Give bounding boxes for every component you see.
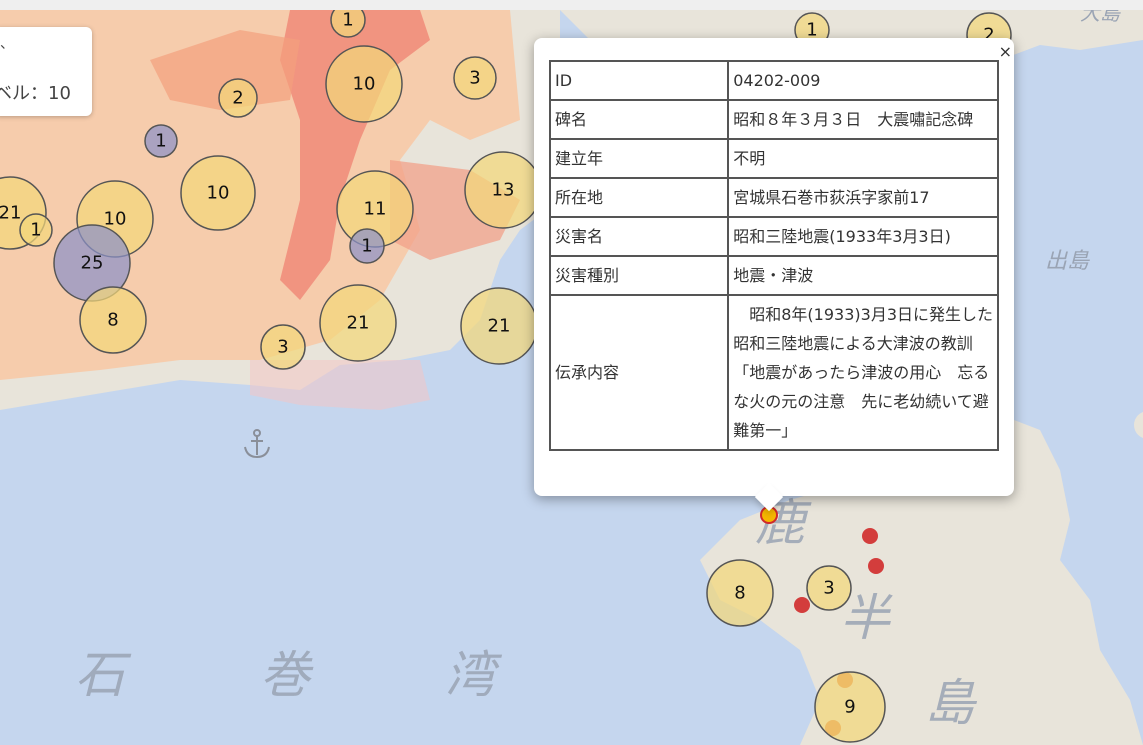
attribute-value: 地震・津波 bbox=[727, 255, 999, 296]
attribute-row: 災害名 昭和三陸地震(1933年3月3日) bbox=[548, 216, 999, 257]
map-label-bay-3: 湾 bbox=[445, 646, 503, 704]
zoom-level-text: ベル：10 bbox=[0, 83, 71, 104]
cluster-marker[interactable]: 8 bbox=[79, 286, 147, 354]
cluster-marker[interactable]: 2 bbox=[218, 78, 258, 118]
cluster-marker[interactable]: 3 bbox=[453, 56, 497, 100]
cluster-count: 8 bbox=[107, 310, 118, 331]
cluster-marker[interactable]: 3 bbox=[260, 324, 306, 370]
cluster-count: 2 bbox=[232, 88, 243, 109]
cluster-count: 3 bbox=[277, 337, 288, 358]
attribute-key: ID bbox=[548, 60, 730, 101]
cluster-count: 10 bbox=[104, 209, 127, 230]
cluster-marker[interactable]: 1 bbox=[19, 213, 53, 247]
cluster-count: 13 bbox=[492, 180, 515, 201]
close-icon[interactable]: × bbox=[999, 42, 1012, 61]
cluster-count: 11 bbox=[364, 199, 387, 220]
cluster-marker[interactable]: 1 bbox=[330, 10, 366, 38]
cluster-count: 3 bbox=[823, 578, 834, 599]
attribute-key: 災害名 bbox=[548, 216, 730, 257]
cluster-count: 21 bbox=[347, 313, 370, 334]
cluster-marker[interactable]: 10 bbox=[325, 45, 403, 123]
zoom-box-mark: 、 bbox=[0, 36, 14, 52]
cluster-marker[interactable]: 8 bbox=[706, 559, 774, 627]
cluster-count: 3 bbox=[469, 68, 480, 89]
attribute-row: 災害種別 地震・津波 bbox=[548, 255, 999, 296]
attribute-value: 昭和8年(1933)3月3日に発生した昭和三陸地震による大津波の教訓「地震があっ… bbox=[727, 294, 999, 451]
attribute-key: 建立年 bbox=[548, 138, 730, 179]
map-label-island: 出島 bbox=[1045, 249, 1090, 274]
attribute-row: 碑名 昭和８年３月３日 大震嘯記念碑 bbox=[548, 99, 999, 140]
top-bar bbox=[0, 0, 1143, 10]
attribute-row: 所在地 宮城県石巻市荻浜字家前17 bbox=[548, 177, 999, 218]
monument-marker[interactable] bbox=[862, 528, 878, 544]
attribute-value: 不明 bbox=[727, 138, 999, 179]
map-label-corner: 大島 bbox=[1080, 10, 1121, 25]
cluster-count: 10 bbox=[207, 183, 230, 204]
cluster-count: 25 bbox=[81, 253, 104, 274]
cluster-marker[interactable]: 1 bbox=[349, 228, 385, 264]
attribute-row: ID 04202-009 bbox=[548, 60, 999, 101]
attribute-key: 碑名 bbox=[548, 99, 730, 140]
attribute-table: ID 04202-009 碑名 昭和８年３月３日 大震嘯記念碑 建立年 不明 所在地 宮城県石… bbox=[548, 60, 999, 451]
cluster-count: 9 bbox=[844, 697, 855, 718]
cluster-marker[interactable]: 3 bbox=[806, 565, 852, 611]
attribute-value: 04202-009 bbox=[727, 60, 999, 101]
cluster-marker[interactable]: 13 bbox=[464, 151, 542, 229]
cluster-count: 10 bbox=[353, 74, 376, 95]
map-label-bay-2: 巻 bbox=[260, 646, 314, 704]
zoom-level-box: 、 ベル：10 bbox=[0, 27, 92, 116]
cluster-count: 21 bbox=[0, 203, 21, 224]
cluster-marker[interactable]: 21 bbox=[460, 287, 538, 365]
cluster-count: 8 bbox=[734, 583, 745, 604]
monument-marker[interactable] bbox=[794, 597, 810, 613]
attribute-row: 建立年 不明 bbox=[548, 138, 999, 179]
attribute-key: 災害種別 bbox=[548, 255, 730, 296]
attribute-value: 昭和８年３月３日 大震嘯記念碑 bbox=[727, 99, 999, 140]
cluster-marker[interactable]: 21 bbox=[319, 284, 397, 362]
cluster-marker[interactable]: 10 bbox=[180, 155, 256, 231]
monument-popup[interactable]: × ID 04202-009 碑名 昭和８年３月３日 大震嘯記念碑 建立年 不明 所在地 宮城… bbox=[534, 38, 1014, 512]
cluster-count: 1 bbox=[342, 10, 353, 31]
cluster-count: 1 bbox=[155, 131, 166, 152]
attribute-key: 伝承内容 bbox=[548, 294, 730, 451]
attribute-key: 所在地 bbox=[548, 177, 730, 218]
map-label-bay-1: 石 bbox=[75, 646, 132, 704]
monument-marker[interactable] bbox=[868, 558, 884, 574]
cluster-count: 1 bbox=[30, 220, 41, 241]
cluster-marker[interactable]: 1 bbox=[144, 124, 178, 158]
cluster-marker[interactable]: 9 bbox=[814, 671, 886, 743]
attribute-row: 伝承内容 昭和8年(1933)3月3日に発生した昭和三陸地震による大津波の教訓「… bbox=[548, 294, 999, 451]
attribute-value: 昭和三陸地震(1933年3月3日) bbox=[727, 216, 999, 257]
cluster-count: 21 bbox=[488, 316, 511, 337]
cluster-count: 1 bbox=[361, 236, 372, 257]
attribute-value: 宮城県石巻市荻浜字家前17 bbox=[727, 177, 999, 218]
map-label-peninsula-3: 島 bbox=[925, 674, 978, 732]
